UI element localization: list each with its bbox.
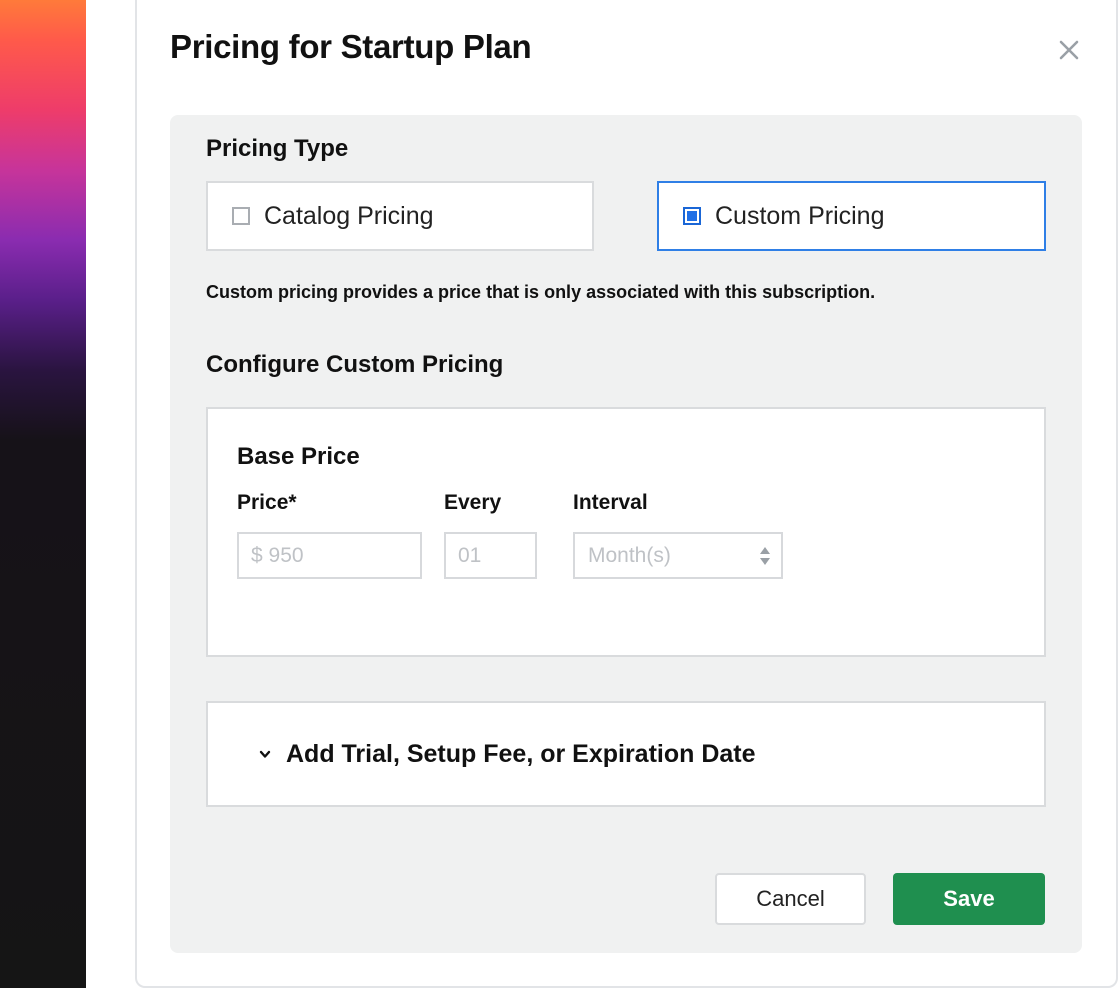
catalog-pricing-checkbox[interactable]: [232, 207, 250, 225]
base-price-card: Base Price Price* Every Interval Month(s…: [206, 407, 1046, 657]
base-price-title: Base Price: [237, 443, 360, 470]
cancel-button[interactable]: Cancel: [715, 873, 866, 925]
every-input[interactable]: [444, 532, 537, 579]
custom-pricing-label: Custom Pricing: [715, 201, 885, 230]
updown-arrows-icon: [760, 547, 770, 565]
close-icon[interactable]: [1055, 36, 1083, 64]
trial-setup-expiration-expander[interactable]: Add Trial, Setup Fee, or Expiration Date: [206, 701, 1046, 807]
option-custom-pricing[interactable]: Custom Pricing: [657, 181, 1046, 251]
pricing-dialog: Pricing for Startup Plan Pricing Type Ca…: [135, 0, 1118, 988]
interval-select-value: Month(s): [588, 543, 671, 567]
expander-label: Add Trial, Setup Fee, or Expiration Date: [286, 739, 756, 768]
custom-pricing-checkbox[interactable]: [683, 207, 701, 225]
save-button[interactable]: Save: [893, 873, 1045, 925]
interval-select[interactable]: Month(s): [573, 532, 783, 579]
background-gradient-strip: [0, 0, 86, 988]
chevron-down-icon: [259, 750, 271, 758]
pricing-type-helper-text: Custom pricing provides a price that is …: [206, 282, 876, 302]
catalog-pricing-label: Catalog Pricing: [264, 201, 434, 230]
configure-pricing-heading: Configure Custom Pricing: [206, 351, 504, 378]
pricing-panel: Pricing Type Catalog Pricing Custom Pric…: [170, 115, 1082, 953]
option-catalog-pricing[interactable]: Catalog Pricing: [206, 181, 594, 251]
price-label: Price*: [237, 491, 297, 514]
interval-label: Interval: [573, 491, 648, 514]
pricing-type-heading: Pricing Type: [206, 135, 349, 162]
dialog-title: Pricing for Startup Plan: [170, 28, 532, 65]
price-input[interactable]: [237, 532, 422, 579]
every-label: Every: [444, 491, 502, 514]
